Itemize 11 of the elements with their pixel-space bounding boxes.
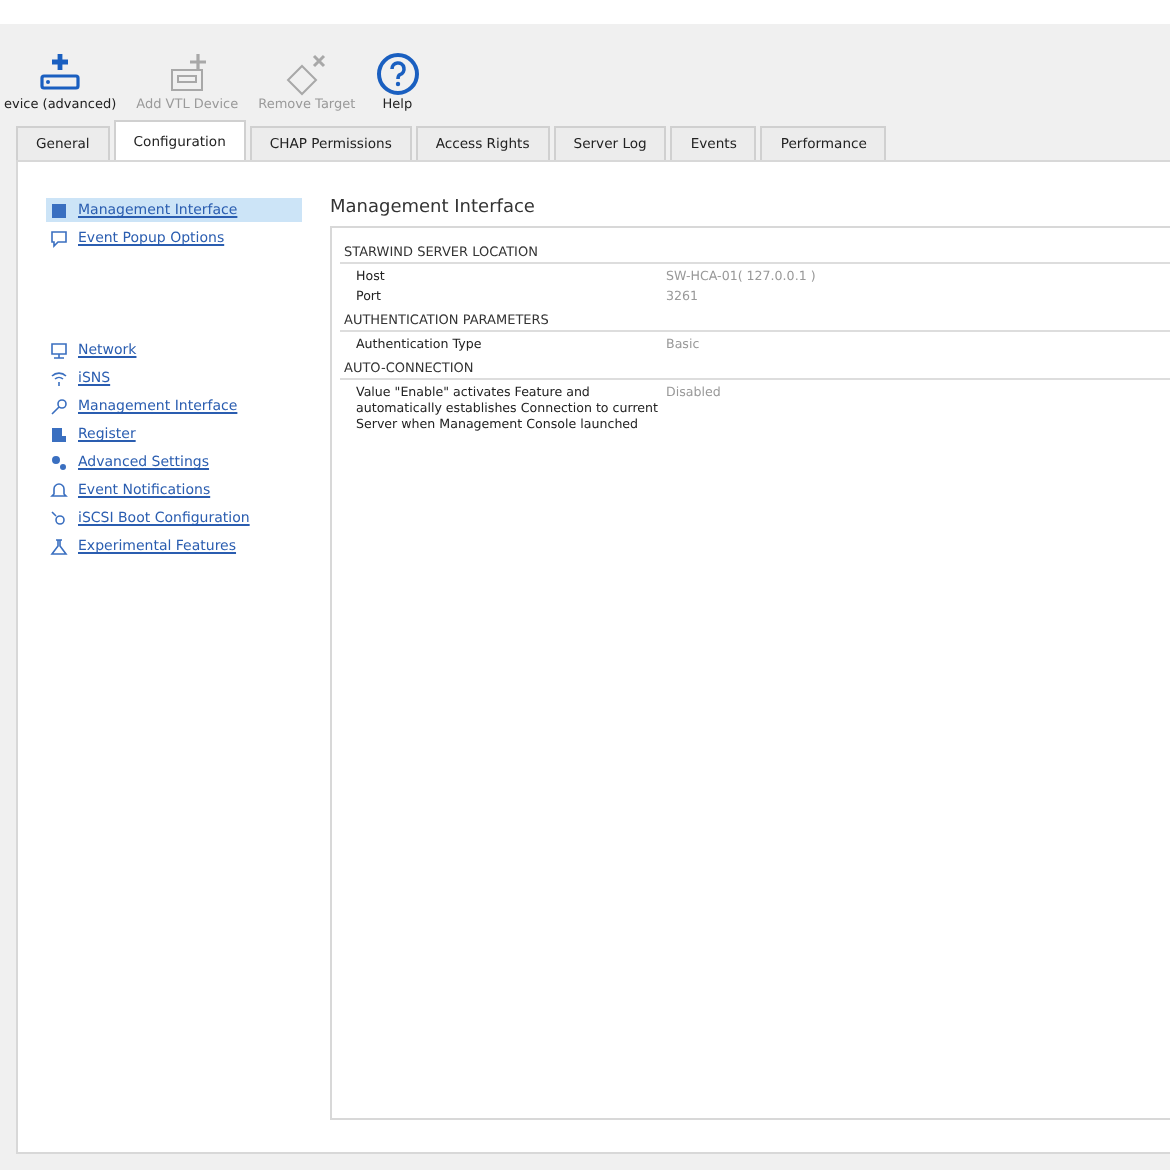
help-icon: [375, 52, 420, 96]
speech-bubble-icon: [50, 229, 68, 247]
diamond-remove-icon: [284, 52, 329, 96]
signal-icon: [50, 369, 68, 387]
key-icon: [50, 397, 68, 415]
bell-icon: [50, 481, 68, 499]
add-device-icon: [38, 52, 83, 96]
tape-device-icon: [165, 52, 210, 96]
monitor-icon: [50, 341, 68, 359]
panel-title: Management Interface: [330, 198, 537, 222]
flask-icon: [50, 537, 68, 555]
